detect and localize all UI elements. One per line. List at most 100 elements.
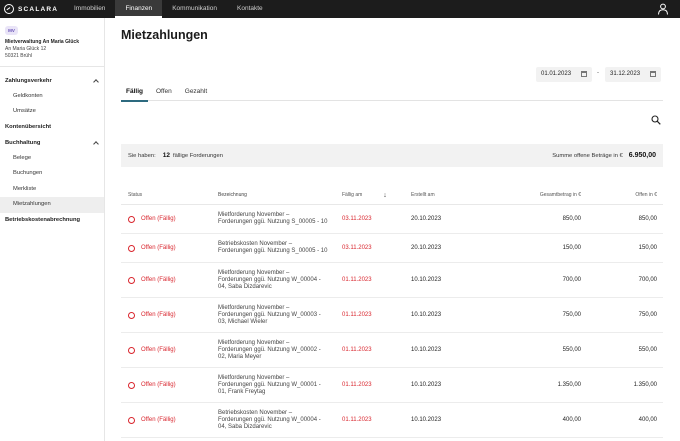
- row-description-line: Mietforderung November –: [218, 304, 290, 311]
- sidebar-group-label: Zahlungsverkehr: [5, 77, 52, 84]
- row-description-line: Betriebskosten November –: [218, 241, 293, 247]
- table-row[interactable]: Offen (Fällig) Mietforderung November – Fo…: [121, 298, 663, 333]
- app-logo[interactable]: SCALARA: [4, 4, 64, 14]
- row-created-date: 20.10.2023: [411, 216, 442, 222]
- sidebar-item-geldkonten[interactable]: Geldkonten: [0, 89, 104, 105]
- status-circle-icon: [128, 244, 135, 252]
- column-header-bezeichnung[interactable]: Bezeichnung: [218, 192, 342, 199]
- property-name: Mietverwaltung An Maria Glück: [5, 39, 79, 45]
- row-created-date: 10.10.2023: [411, 277, 442, 283]
- row-status-text: Offen (Fällig): [141, 277, 176, 283]
- column-header-offen[interactable]: Offen in €: [581, 192, 663, 198]
- search-icon[interactable]: [651, 115, 661, 125]
- table-row[interactable]: Offen (Fällig) Betriebskosten November – F…: [121, 234, 663, 263]
- row-total-amount: 550,00: [562, 347, 581, 353]
- tab-offen[interactable]: Offen: [151, 86, 177, 101]
- summary-total-value: 6.950,00: [628, 152, 656, 159]
- table-row[interactable]: Offen (Fällig) Betriebskosten November – F…: [121, 403, 663, 438]
- row-status-text: Offen (Fällig): [141, 312, 176, 318]
- summary-total-label: Summe offene Beträge in €: [552, 152, 623, 159]
- row-description-line: Forderungen ggü. Nutzung S_00005 - 10: [218, 219, 328, 225]
- date-from-field[interactable]: 01.01.2023: [536, 67, 592, 82]
- column-header-gesamt[interactable]: Gesamtbetrag in €: [491, 192, 581, 198]
- table-row[interactable]: Offen (Fällig) Mietforderung November – Fo…: [121, 368, 663, 403]
- date-to-field[interactable]: 31.12.2023: [605, 67, 661, 82]
- row-total-amount: 1.350,00: [557, 382, 581, 388]
- table-row[interactable]: Offen (Fällig) Mietforderung November – Fo…: [121, 263, 663, 298]
- row-description-line: Mietforderung November –: [218, 374, 290, 381]
- table-row[interactable]: Offen (Fällig) Mietforderung November – Fo…: [121, 205, 663, 234]
- row-open-amount: 400,00: [638, 417, 657, 423]
- sidebar-item-merkliste[interactable]: Merkliste: [0, 182, 104, 198]
- row-due-date: 01.11.2023: [342, 277, 372, 283]
- tab-gezahlt[interactable]: Gezahlt: [180, 86, 212, 101]
- row-created-date: 10.10.2023: [411, 312, 442, 318]
- row-description-line: Forderungen ggü. Nutzung W_00003 -: [218, 311, 321, 318]
- row-created-date: 20.10.2023: [411, 245, 442, 251]
- sidebar-group-zahlungsverkehr[interactable]: Zahlungsverkehr: [0, 73, 104, 89]
- row-status: Offen (Fällig): [121, 276, 218, 284]
- sidebar-item-mietzahlungen[interactable]: Mietzahlungen: [0, 197, 104, 213]
- row-open-amount: 750,00: [638, 312, 657, 318]
- row-created-date: 10.10.2023: [411, 382, 442, 388]
- row-open-amount: 700,00: [638, 277, 657, 283]
- row-due-date: 01.11.2023: [342, 312, 372, 318]
- row-status-text: Offen (Fällig): [141, 417, 176, 423]
- sidebar-group-betriebskostenabrechnung[interactable]: Betriebskostenabrechnung: [0, 213, 104, 229]
- summary-suffix: fällige Forderungen: [172, 152, 223, 159]
- sidebar-item-buchungen[interactable]: Buchungen: [0, 166, 104, 182]
- row-description-line: Mietforderung November –: [218, 212, 290, 218]
- row-open-amount: 850,00: [638, 216, 657, 222]
- row-status: Offen (Fällig): [121, 416, 218, 424]
- chevron-up-icon: [93, 78, 99, 85]
- nav-item-immobilien[interactable]: Immobilien: [64, 0, 115, 18]
- table-row[interactable]: Offen (Fällig) Mietforderung November – Fo…: [121, 333, 663, 368]
- row-status: Offen (Fällig): [121, 346, 218, 354]
- sidebar-item-belege[interactable]: Belege: [0, 151, 104, 167]
- status-circle-icon: [128, 346, 135, 354]
- row-status: Offen (Fällig): [121, 381, 218, 389]
- row-description-line: 04, Saba Dizdarevic: [218, 283, 272, 290]
- row-description: Mietforderung November – Forderungen ggü.…: [218, 375, 342, 396]
- date-from-value: 01.01.2023: [541, 71, 572, 77]
- tab-faellig[interactable]: Fällig: [121, 86, 148, 102]
- row-status: Offen (Fällig): [121, 311, 218, 319]
- row-status-text: Offen (Fällig): [141, 347, 176, 353]
- nav-item-finanzen[interactable]: Finanzen: [115, 0, 163, 18]
- row-description-line: Forderungen ggü. Nutzung W_00004 -: [218, 276, 321, 283]
- sidebar-group-label: Kontenübersicht: [5, 124, 52, 131]
- sidebar: MV Mietverwaltung An Maria Glück An Mari…: [0, 18, 105, 441]
- sidebar-group-kontenuebersicht[interactable]: Kontenübersicht: [0, 120, 104, 136]
- row-status-text: Offen (Fällig): [141, 216, 176, 222]
- row-description-line: 04, Saba Dizdarevic: [218, 423, 272, 430]
- nav-item-kontakte[interactable]: Kontakte: [227, 0, 273, 18]
- column-header-faellig[interactable]: Fällig am ↓: [342, 192, 411, 199]
- row-due-date: 01.11.2023: [342, 347, 372, 353]
- column-header-erstellt[interactable]: Erstellt am: [411, 192, 491, 198]
- sidebar-item-umsaetze[interactable]: Umsätze: [0, 104, 104, 120]
- sort-desc-icon[interactable]: ↓: [383, 192, 387, 199]
- app-logo-text: SCALARA: [18, 5, 59, 13]
- sidebar-group-buchhaltung[interactable]: Buchhaltung: [0, 135, 104, 151]
- row-description-line: Forderungen ggü. Nutzung S_00005 - 10: [218, 248, 328, 254]
- row-status-text: Offen (Fällig): [141, 245, 176, 251]
- row-open-amount: 1.350,00: [633, 382, 657, 388]
- scalara-logo-icon: [4, 4, 14, 14]
- user-icon[interactable]: [657, 3, 669, 15]
- status-tabs: Fällig Offen Gezahlt: [121, 86, 663, 102]
- top-navigation-bar: SCALARA Immobilien Finanzen Kommunikatio…: [0, 0, 680, 18]
- payments-table: Status Bezeichnung Fällig am ↓ Erstellt …: [121, 186, 663, 438]
- row-total-amount: 400,00: [562, 417, 581, 423]
- column-header-status[interactable]: Status: [121, 192, 218, 198]
- row-total-amount: 850,00: [562, 216, 581, 222]
- status-circle-icon: [128, 215, 135, 223]
- summary-count: 12: [162, 152, 170, 159]
- row-total-amount: 700,00: [562, 277, 581, 283]
- nav-item-kommunikation[interactable]: Kommunikation: [162, 0, 227, 18]
- status-circle-icon: [128, 311, 135, 319]
- sidebar-group-label: Buchhaltung: [5, 139, 41, 146]
- row-description-line: 02, Maria Meyer: [218, 353, 262, 360]
- date-to-value: 31.12.2023: [610, 71, 641, 77]
- row-total-amount: 750,00: [562, 312, 581, 318]
- calendar-icon: [650, 71, 656, 77]
